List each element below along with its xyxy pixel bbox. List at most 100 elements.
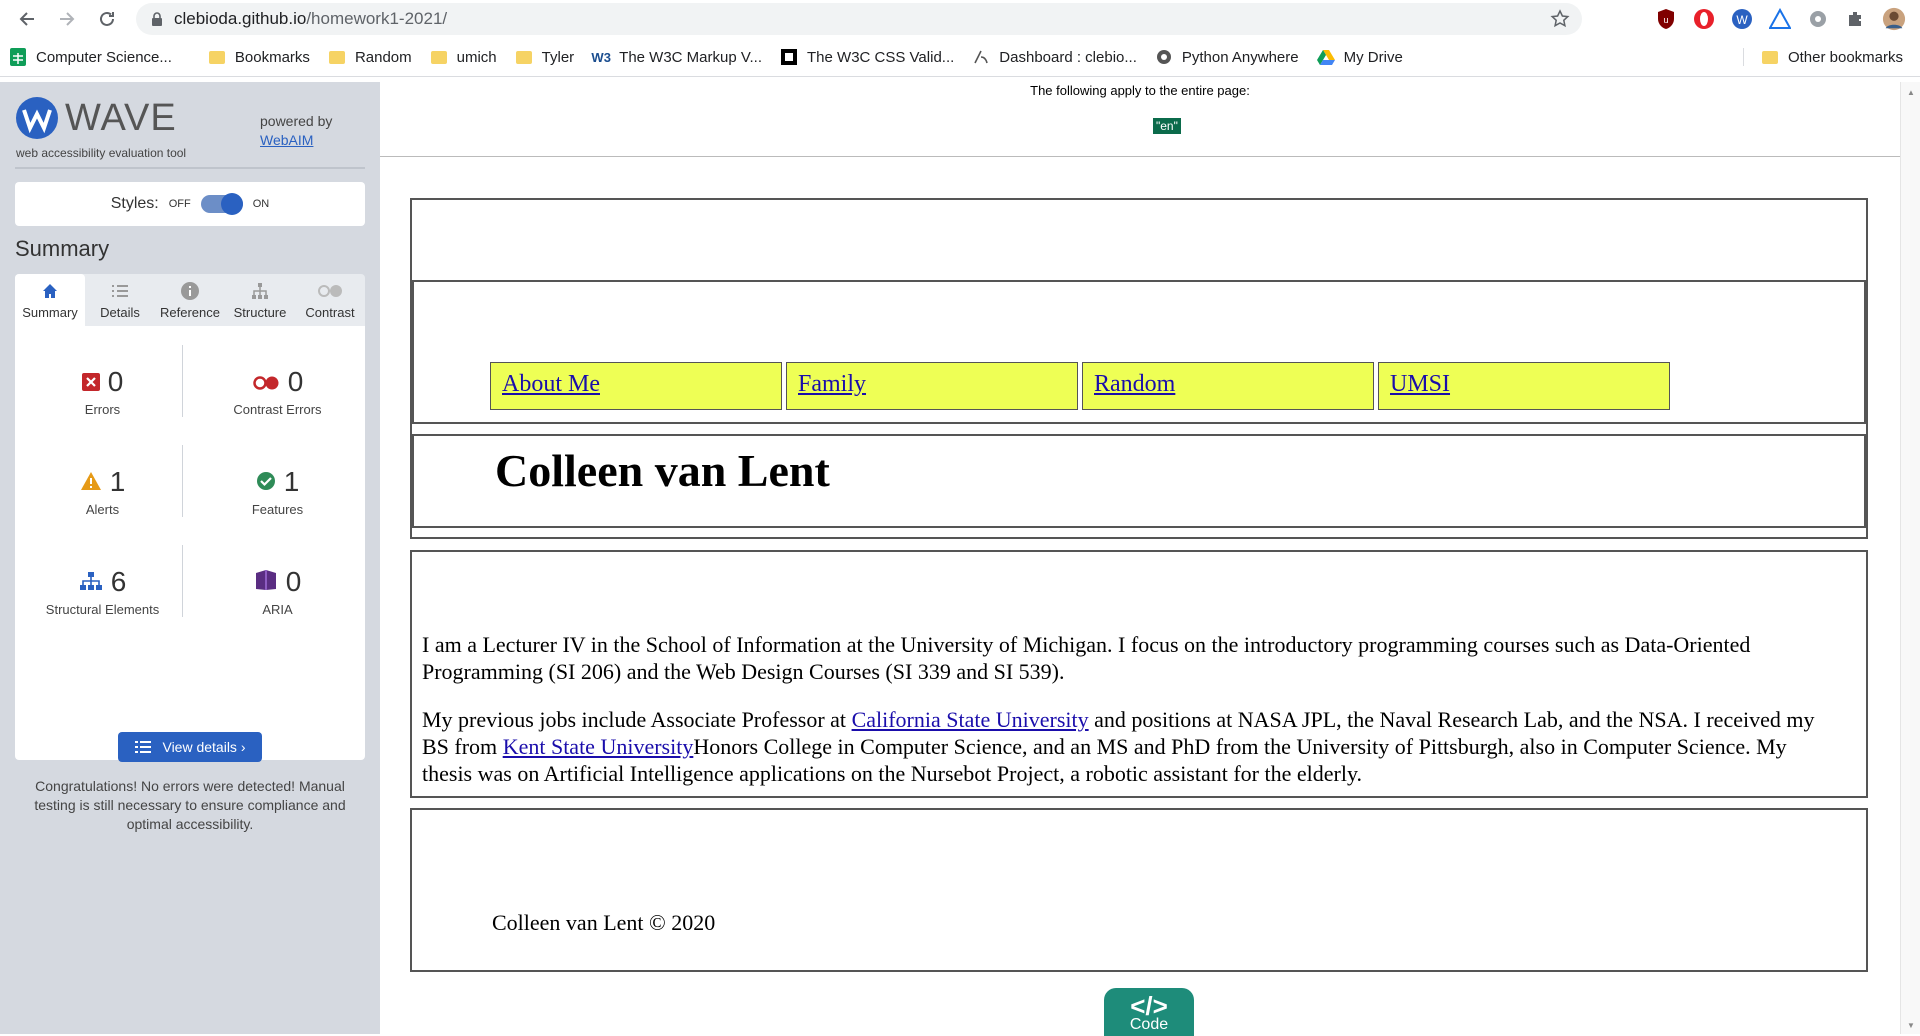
folder-icon — [208, 48, 226, 66]
structure-icon — [79, 566, 103, 598]
stat-contrast-errors[interactable]: 0 Contrast Errors — [190, 366, 365, 417]
address-bar[interactable]: clebioda.github.io/homework1-2021/ — [136, 3, 1582, 35]
stat-alerts[interactable]: 1 Alerts — [15, 466, 190, 517]
bookmark-star-icon[interactable] — [1550, 9, 1570, 29]
tab-contrast[interactable]: Contrast — [295, 274, 365, 326]
nav-random[interactable]: Random — [1082, 362, 1374, 410]
svg-text:u: u — [1663, 15, 1668, 25]
nav-umsi[interactable]: UMSI — [1378, 362, 1670, 410]
list-icon — [111, 280, 129, 302]
w3c-css-icon — [780, 48, 798, 66]
stat-features[interactable]: 1 Features — [190, 466, 365, 517]
bookmark-umich[interactable]: umich — [421, 43, 506, 71]
opera-icon[interactable] — [1692, 7, 1716, 31]
bookmark-tyler[interactable]: Tyler — [506, 43, 584, 71]
summary-heading: Summary — [15, 236, 110, 261]
code-icon: </> — [1130, 991, 1168, 1021]
page-level-notice: The following apply to the entire page: … — [380, 82, 1900, 157]
tab-structure[interactable]: Structure — [225, 274, 295, 326]
wave-tabs: Summary Details Reference Structure Cont… — [15, 274, 365, 326]
profile-avatar[interactable] — [1882, 7, 1906, 31]
python-anywhere-icon — [1155, 48, 1173, 66]
bookmark-dashboard[interactable]: Dashboard : clebio... — [963, 43, 1146, 71]
bookmarks-separator — [1743, 48, 1744, 66]
bio-paragraph-1: I am a Lecturer IV in the School of Info… — [422, 632, 1751, 684]
nav-link[interactable]: Family — [798, 371, 866, 397]
styles-on-label: ON — [252, 198, 270, 210]
puzzle-extensions-icon[interactable] — [1844, 7, 1868, 31]
canvas-icon — [972, 48, 990, 66]
nav-about-me[interactable]: About Me — [490, 362, 782, 410]
kent-state-link[interactable]: Kent State University — [503, 734, 694, 759]
tab-details[interactable]: Details — [85, 274, 155, 326]
bookmark-bookmarks[interactable]: Bookmarks — [199, 43, 319, 71]
gear-extension-icon[interactable] — [1806, 7, 1830, 31]
bookmark-my-drive[interactable]: My Drive — [1308, 43, 1412, 71]
folder-icon — [430, 48, 448, 66]
webaim-link[interactable]: WebAIM — [260, 132, 313, 148]
structure-tab-icon — [250, 280, 270, 302]
url-text: clebioda.github.io/homework1-2021/ — [174, 9, 448, 28]
bookmark-w3c-markup[interactable]: W3 The W3C Markup V... — [583, 43, 771, 71]
scroll-up-icon[interactable]: ▲ — [1907, 88, 1915, 97]
nav-link[interactable]: Random — [1094, 371, 1175, 397]
code-button[interactable]: </> Code — [1104, 988, 1194, 1036]
styles-toggle[interactable] — [200, 193, 243, 215]
feature-icon — [256, 466, 276, 498]
stat-aria[interactable]: 0 ARIA — [190, 566, 365, 617]
tab-summary[interactable]: Summary — [15, 274, 85, 326]
wave-logo-icon — [16, 97, 58, 139]
lock-icon — [152, 12, 162, 26]
styles-label: Styles: — [110, 195, 159, 212]
alert-icon — [80, 466, 102, 498]
nav-link[interactable]: About Me — [502, 371, 600, 397]
contrast-tab-icon — [317, 280, 343, 302]
styles-off-label: OFF — [168, 198, 191, 210]
tab-reference[interactable]: Reference — [155, 274, 225, 326]
nav-family[interactable]: Family — [786, 362, 1078, 410]
info-icon — [180, 280, 200, 302]
wave-sidebar: WAVE web accessibility evaluation tool p… — [0, 82, 380, 1034]
triangle-extension-icon[interactable] — [1768, 7, 1792, 31]
back-icon[interactable] — [12, 4, 42, 34]
w3c-icon: W3 — [591, 49, 611, 65]
sheets-icon — [9, 48, 27, 66]
folder-icon — [515, 48, 533, 66]
error-icon — [81, 366, 100, 398]
bookmarks-bar: Computer Science... Bookmarks Random umi… — [0, 38, 1920, 77]
bookmark-computer-science[interactable]: Computer Science... — [0, 43, 181, 71]
nav-link[interactable]: UMSI — [1390, 371, 1450, 397]
forward-icon[interactable] — [52, 4, 82, 34]
summary-panel: 0 Errors 0 Contrast Errors 1 Alerts 1 Fe… — [15, 326, 365, 832]
view-details-button[interactable]: View details › — [118, 732, 262, 762]
language-badge[interactable]: "en" — [1153, 118, 1181, 134]
page-content: The following apply to the entire page: … — [380, 82, 1900, 1036]
wave-logo: WAVE — [15, 96, 177, 140]
wave-tagline: web accessibility evaluation tool — [16, 146, 187, 160]
scroll-down-icon[interactable]: ▼ — [1907, 1021, 1915, 1030]
bookmark-python-anywhere[interactable]: Python Anywhere — [1146, 43, 1308, 71]
wave-title: WAVE — [65, 96, 177, 139]
list-icon — [135, 741, 152, 753]
reload-icon[interactable] — [92, 4, 122, 34]
powered-by: powered by WebAIM — [260, 113, 333, 148]
folder-icon — [328, 48, 346, 66]
footer-copyright: Colleen van Lent © 2020 — [492, 910, 716, 935]
aria-icon — [254, 566, 278, 598]
stat-errors[interactable]: 0 Errors — [15, 366, 190, 417]
california-state-link[interactable]: California State University — [852, 707, 1089, 732]
applies-text: The following apply to the entire page: — [1030, 83, 1250, 98]
congrats-message: Congratulations! No errors were detected… — [34, 778, 346, 832]
bookmark-w3c-css[interactable]: The W3C CSS Valid... — [771, 43, 963, 71]
home-icon — [41, 280, 59, 302]
stat-structural-elements[interactable]: 6 Structural Elements — [15, 566, 190, 617]
bookmark-random[interactable]: Random — [319, 43, 421, 71]
wave-extension-icon[interactable]: W — [1730, 7, 1754, 31]
bookmark-other[interactable]: Other bookmarks — [1752, 43, 1912, 71]
folder-icon — [1761, 48, 1779, 66]
extensions-bar: u W — [1654, 0, 1920, 38]
wave-divider — [15, 167, 365, 169]
bio-paragraph-2: My previous jobs include Associate Profe… — [422, 707, 1815, 786]
page-scrollbar[interactable]: ▲ ▼ — [1900, 82, 1920, 1034]
ublock-icon[interactable]: u — [1654, 7, 1678, 31]
